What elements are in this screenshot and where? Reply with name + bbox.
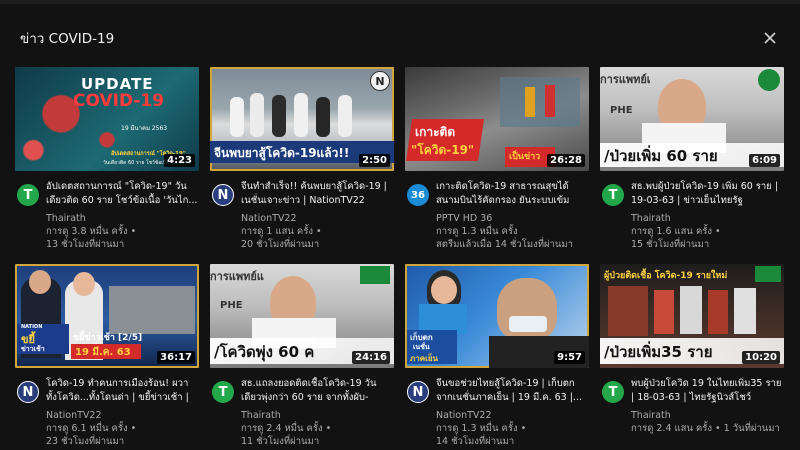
channel-name[interactable]: NationTV22 <box>46 409 198 422</box>
upload-time: 13 ชั่วโมงที่ผ่านมา <box>46 239 125 250</box>
upload-time: 15 ชั่วโมงที่ผ่านมา <box>631 239 710 250</box>
video-card[interactable]: เกาะติด "โควิด-19" เป็นข่าว 26:28 36 เกา… <box>405 67 589 252</box>
video-card[interactable]: N จีนพบยาสู้โควิด-19แล้ว!! 2:50 N จีนทำส… <box>210 67 394 252</box>
channel-name[interactable]: Thairath <box>241 409 393 422</box>
close-icon <box>764 32 776 44</box>
video-title[interactable]: เกาะติดโควิด-19 สาธารณสุขได้สนามบินไร้คั… <box>436 180 588 208</box>
view-count: การดู 6.1 หมื่น ครั้ง • <box>46 423 137 434</box>
thumb-text: COVID-19 <box>73 91 165 111</box>
video-thumbnail[interactable]: การแพทย์เ PHE /ป่วยเพิ่ม 60 ราย 6:09 <box>600 67 784 171</box>
nation-logo-icon[interactable]: N <box>407 381 429 403</box>
view-count: การดู 1.3 หมื่น ครั้ง <box>436 226 518 237</box>
upload-time: 14 ชั่วโมงที่ผ่านมา <box>436 436 515 447</box>
video-thumbnail[interactable]: เกาะติด "โควิด-19" เป็นข่าว 26:28 <box>405 67 589 171</box>
thumb-text: "โควิด-19" <box>411 143 475 157</box>
thumb-text: PHE <box>610 105 633 116</box>
pptv-logo-icon[interactable]: 36 <box>407 184 429 206</box>
upload-time: 23 ชั่วโมงที่ผ่านมา <box>46 436 125 447</box>
thairath-logo-icon[interactable]: T <box>17 184 39 206</box>
upload-time: สตรีมแล้วเมื่อ 14 ชั่วโมงที่ผ่านมา <box>436 239 573 250</box>
thairath-logo-icon <box>360 266 390 284</box>
channel-name[interactable]: Thairath <box>631 409 783 422</box>
thumb-text: /ป่วยเพิ่ม35 ราย <box>604 343 713 361</box>
view-count: การดู 2.4 หมื่น ครั้ง • <box>241 423 332 434</box>
view-count: การดู 1.3 หมื่น ครั้ง • <box>436 423 527 434</box>
thairath-logo-icon[interactable]: T <box>212 381 234 403</box>
video-card[interactable]: เก็บตก เนชั่น ภาคเย็น 9:57 N จีนขอช่วยไท… <box>405 264 589 449</box>
video-duration: 36:17 <box>157 351 195 364</box>
video-thumbnail[interactable]: ผู้ป่วยติดเชื้อ โควิด-19 รายใหม่ /ป่วยเพ… <box>600 264 784 368</box>
thumb-text: /ป่วยเพิ่ม 60 ราย <box>604 147 718 165</box>
view-count: การดู 1.6 แสน ครั้ง • <box>631 226 721 237</box>
nation-logo-icon[interactable]: N <box>17 381 39 403</box>
video-thumbnail[interactable]: UPDATE COVID-19 19 มีนาคม 2563 อัปเดตสถา… <box>15 67 199 171</box>
thairath-logo-icon[interactable]: T <box>602 381 624 403</box>
channel-name[interactable]: PPTV HD 36 <box>436 212 588 225</box>
nation-logo-icon: N <box>370 71 390 91</box>
video-thumbnail[interactable]: NATION ขยี้ ข่าวเช้า ขยี้ข่าวเช้า [2/5] … <box>15 264 199 368</box>
video-duration: 9:57 <box>554 351 585 364</box>
video-duration: 6:09 <box>749 154 780 167</box>
video-card[interactable]: การแพทย์แ PHE /โควิดพุ่ง 60 ค 24:16 T สธ… <box>210 264 394 449</box>
channel-name[interactable]: Thairath <box>46 212 198 225</box>
video-duration: 4:23 <box>164 154 195 167</box>
video-title[interactable]: จีนทำสำเร็จ!! ค้นพบยาสู้โควิด-19 | เนชั่… <box>241 180 393 208</box>
video-card[interactable]: การแพทย์เ PHE /ป่วยเพิ่ม 60 ราย 6:09 T ส… <box>600 67 784 252</box>
video-title[interactable]: พบผู้ป่วยโควิด 19 ในไทยเพิ่ม35 ราย | 18-… <box>631 377 783 405</box>
video-title[interactable]: โควิด-19 ทำคนการเมืองร้อน! ผวาทั้งโควิด.… <box>46 377 198 405</box>
upload-time: 20 ชั่วโมงที่ผ่านมา <box>241 239 320 250</box>
ministry-logo-icon <box>758 69 780 91</box>
thumb-text: 19 มี.ค. 63 <box>75 347 131 358</box>
channel-name[interactable]: Thairath <box>631 212 783 225</box>
thumb-text: การแพทย์แ <box>210 270 264 283</box>
video-card[interactable]: UPDATE COVID-19 19 มีนาคม 2563 อัปเดตสถา… <box>15 67 199 252</box>
close-button[interactable] <box>758 26 782 50</box>
view-count: การดู 3.8 หมื่น ครั้ง • <box>46 226 137 237</box>
view-count: การดู 2.4 แสน ครั้ง • 1 วันที่ผ่านมา <box>631 423 780 434</box>
thumb-text: การแพทย์เ <box>600 73 651 86</box>
section-title: ข่าว COVID-19 <box>20 31 115 47</box>
upload-time: 11 ชั่วโมงที่ผ่านมา <box>241 436 320 447</box>
video-title[interactable]: จีนขอช่วยไทยสู้โควิด-19 | เก็บตกจากเนชั่… <box>436 377 588 405</box>
thumb-text: /โควิดพุ่ง 60 ค <box>214 343 315 361</box>
thumb-text: ภาคเย็น <box>410 354 439 363</box>
thumb-text: 19 มีนาคม 2563 <box>121 125 168 132</box>
video-duration: 10:20 <box>742 351 780 364</box>
video-title[interactable]: อัปเดตสถานการณ์ "โควิด-19" วันเดียวติด 6… <box>46 180 198 208</box>
video-thumbnail[interactable]: N จีนพบยาสู้โควิด-19แล้ว!! 2:50 <box>210 67 394 171</box>
video-card[interactable]: NATION ขยี้ ข่าวเช้า ขยี้ข่าวเช้า [2/5] … <box>15 264 199 449</box>
video-thumbnail[interactable]: เก็บตก เนชั่น ภาคเย็น 9:57 <box>405 264 589 368</box>
thairath-logo-icon[interactable]: T <box>602 184 624 206</box>
video-duration: 2:50 <box>359 154 390 167</box>
video-title[interactable]: สธ.แถลงยอดติดเชื้อโควิด-19 วันเดียวพุ่งก… <box>241 377 393 405</box>
thumb-text: ข่าวเช้า <box>21 345 45 353</box>
thairath-logo-icon <box>755 266 781 282</box>
thumb-text: เกาะติด <box>415 125 456 139</box>
video-title[interactable]: สธ.พบผู้ป่วยโควิด-19 เพิ่ม 60 ราย | 19-0… <box>631 180 783 208</box>
video-card[interactable]: ผู้ป่วยติดเชื้อ โควิด-19 รายใหม่ /ป่วยเพ… <box>600 264 784 449</box>
video-duration: 24:16 <box>352 351 390 364</box>
nation-logo-icon[interactable]: N <box>212 184 234 206</box>
thumb-text: เป็นข่าว <box>509 152 541 162</box>
video-duration: 26:28 <box>547 154 585 167</box>
thumb-text: PHE <box>220 300 243 311</box>
channel-name[interactable]: NationTV22 <box>436 409 588 422</box>
thumb-text: จีนพบยาสู้โควิด-19แล้ว!! <box>214 146 350 160</box>
thumb-text: ผู้ป่วยติดเชื้อ โควิด-19 รายใหม่ <box>604 271 728 281</box>
channel-name[interactable]: NationTV22 <box>241 212 393 225</box>
top-bar <box>0 0 800 4</box>
thumb-text: ขยี้ข่าวเช้า [2/5] <box>73 333 143 343</box>
video-thumbnail[interactable]: การแพทย์แ PHE /โควิดพุ่ง 60 ค 24:16 <box>210 264 394 368</box>
view-count: การดู 1 แสน ครั้ง • <box>241 226 322 237</box>
